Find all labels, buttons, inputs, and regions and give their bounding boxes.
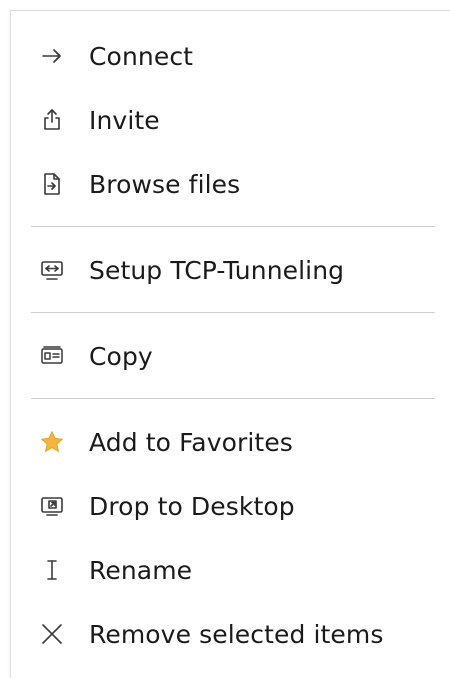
menu-item-label: Invite (89, 105, 160, 135)
menu-item-label: Browse files (89, 169, 241, 199)
menu-item-invite[interactable]: Invite (11, 90, 450, 150)
text-cursor-icon (39, 557, 65, 583)
menu-item-drop-to-desktop[interactable]: Drop to Desktop (11, 476, 450, 536)
menu-separator (31, 398, 435, 399)
menu-separator (31, 312, 435, 313)
menu-item-label: Add to Favorites (89, 427, 293, 457)
menu-item-rename[interactable]: Rename (11, 540, 450, 600)
context-menu: Connect Invite Browse files Setup TCP-Tu… (10, 10, 450, 678)
menu-item-add-to-favorites[interactable]: Add to Favorites (11, 412, 450, 472)
arrow-right-icon (39, 43, 65, 69)
file-arrow-icon (39, 171, 65, 197)
menu-item-browse-files[interactable]: Browse files (11, 154, 450, 214)
menu-item-remove-selected-items[interactable]: Remove selected items (11, 604, 450, 664)
menu-item-label: Rename (89, 555, 193, 585)
close-x-icon (39, 621, 65, 647)
desktop-shortcut-icon (39, 493, 65, 519)
menu-item-label: Remove selected items (89, 619, 384, 649)
menu-item-setup-tcp-tunneling[interactable]: Setup TCP-Tunneling (11, 240, 450, 300)
menu-item-label: Connect (89, 41, 194, 71)
menu-separator (31, 226, 435, 227)
share-upload-icon (39, 107, 65, 133)
menu-item-copy[interactable]: Copy (11, 326, 450, 386)
menu-item-label: Copy (89, 341, 153, 371)
star-icon (39, 429, 65, 455)
id-card-icon (39, 343, 65, 369)
menu-item-label: Setup TCP-Tunneling (89, 255, 345, 285)
tunnel-icon (39, 257, 65, 283)
menu-item-connect[interactable]: Connect (11, 26, 450, 86)
menu-item-label: Drop to Desktop (89, 491, 295, 521)
